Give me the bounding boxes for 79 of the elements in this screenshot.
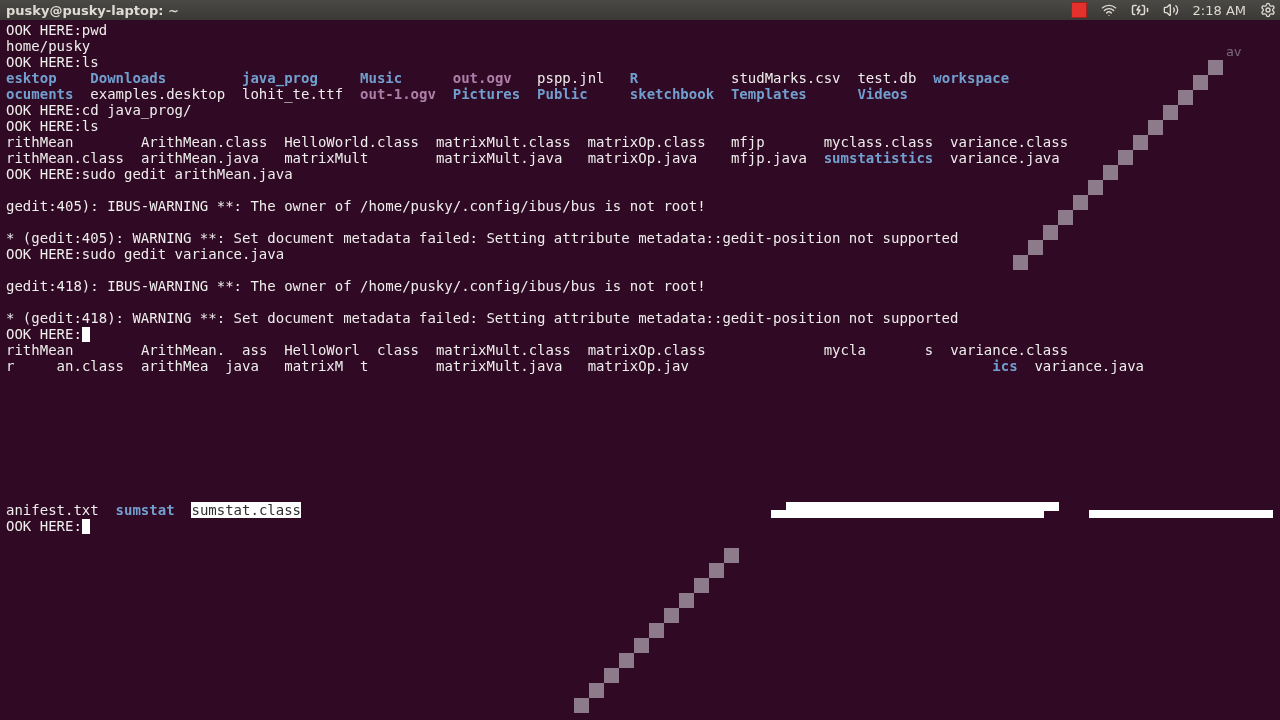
terminal-line: * (gedit:405): WARNING **: Set document metadata failed: Setting attribute metadata::gedit-position not supported <box>6 230 959 246</box>
file-name: class <box>376 342 420 358</box>
cursor-block <box>81 519 90 534</box>
folder-name: java_prog <box>242 70 318 86</box>
file-name: ArithMean.class <box>140 134 268 150</box>
folder-name: ocuments <box>6 86 74 102</box>
file-name: studMarks.csv <box>730 70 841 86</box>
media-file-name: out.ogv <box>452 70 512 86</box>
terminal-line: OOK HERE: <box>6 518 82 534</box>
folder-name: esktop <box>6 70 57 86</box>
terminal-line: OOK HERE:cd java_prog/ <box>6 102 192 118</box>
folder-name: Templates <box>730 86 807 102</box>
file-name: mycla <box>823 342 866 358</box>
file-name: pspp.jnl <box>537 70 605 86</box>
file-name: ass <box>242 342 268 358</box>
file-name: ArithMean. <box>140 342 226 358</box>
file-name: matrixOp.class <box>587 134 706 150</box>
file-name: s <box>924 342 934 358</box>
file-name: variance.java <box>950 150 1060 166</box>
terminal-line: OOK HERE:sudo gedit variance.java <box>6 246 285 262</box>
folder-name: ics <box>992 358 1018 374</box>
file-name: matrixMult.java <box>435 150 563 166</box>
folder-name: Videos <box>857 86 908 102</box>
folder-name: Downloads <box>90 70 167 86</box>
file-name: matrixMult.class <box>435 134 571 150</box>
folder-name: Public <box>537 86 588 102</box>
terminal-line: gedit:405): IBUS-WARNING **: The owner of /home/pusky/.config/ibus/bus is not root! <box>6 198 706 214</box>
file-name: rithMean.class <box>6 150 124 166</box>
folder-name: sumstat <box>115 502 175 518</box>
file-name: an.class <box>56 358 125 374</box>
glitch-text: av <box>1226 44 1242 59</box>
media-file-name: out-1.ogv <box>360 86 436 102</box>
folder-name: Pictures <box>452 86 521 102</box>
file-name: rithMean <box>6 342 74 358</box>
window-title: pusky@pusky-laptop: ~ <box>6 2 180 18</box>
file-name: variance.class <box>950 342 1069 358</box>
terminal-line: OOK HERE:pwd <box>6 22 108 38</box>
settings-icon[interactable] <box>1260 2 1276 18</box>
file-name: variance.java <box>1034 358 1144 374</box>
file-name: variance.class <box>950 134 1069 150</box>
terminal-line: OOK HERE:ls <box>6 54 99 70</box>
file-name: lohit_te.ttf <box>242 86 344 102</box>
file-name: r <box>6 358 15 374</box>
file-name: anifest.txt <box>6 502 99 518</box>
cursor-block <box>81 327 90 342</box>
file-name: myclass.class <box>823 134 934 150</box>
file-name: java <box>225 358 259 374</box>
folder-name: Music <box>360 70 403 86</box>
file-name: matrixMult <box>284 150 369 166</box>
file-name: rithMean <box>6 134 74 150</box>
file-name: HelloWorld.class <box>284 134 420 150</box>
terminal-line: home/pusky <box>6 38 91 54</box>
wifi-icon[interactable] <box>1100 2 1117 18</box>
folder-name: sumstatistics <box>823 150 934 166</box>
file-name: matrixOp.jav <box>587 358 689 374</box>
volume-icon[interactable] <box>1162 2 1179 18</box>
file-name: matrixM <box>284 358 344 374</box>
terminal-line: OOK HERE:sudo gedit arithMean.java <box>6 166 293 182</box>
file-name: t <box>360 358 369 374</box>
file-name: matrixMult.java <box>435 358 563 374</box>
folder-name: R <box>629 70 639 86</box>
terminal-line: OOK HERE: <box>6 326 82 342</box>
file-name: test.db <box>857 70 917 86</box>
clock[interactable]: 2:18 AM <box>1192 2 1246 18</box>
file-name: matrixOp.java <box>587 150 698 166</box>
file-name: mfjp <box>730 134 765 150</box>
file-name: arithMea <box>140 358 209 374</box>
selected-file-name: sumstat.class <box>191 502 302 518</box>
file-name: matrixOp.class <box>587 342 706 358</box>
folder-name: workspace <box>933 70 1010 86</box>
terminal-line: OOK HERE:ls <box>6 118 99 134</box>
file-name: examples.desktop <box>90 86 226 102</box>
file-name: HelloWorl <box>284 342 361 358</box>
terminal-line: gedit:418): IBUS-WARNING **: The owner of /home/pusky/.config/ibus/bus is not root! <box>6 278 706 294</box>
file-name: arithMean.java <box>140 150 259 166</box>
terminal-line: * (gedit:418): WARNING **: Set document metadata failed: Setting attribute metadata::gedit-position not supported <box>6 310 959 326</box>
file-name: mfjp.java <box>730 150 807 166</box>
file-name: matrixMult.class <box>435 342 571 358</box>
folder-name: sketchbook <box>629 86 715 102</box>
